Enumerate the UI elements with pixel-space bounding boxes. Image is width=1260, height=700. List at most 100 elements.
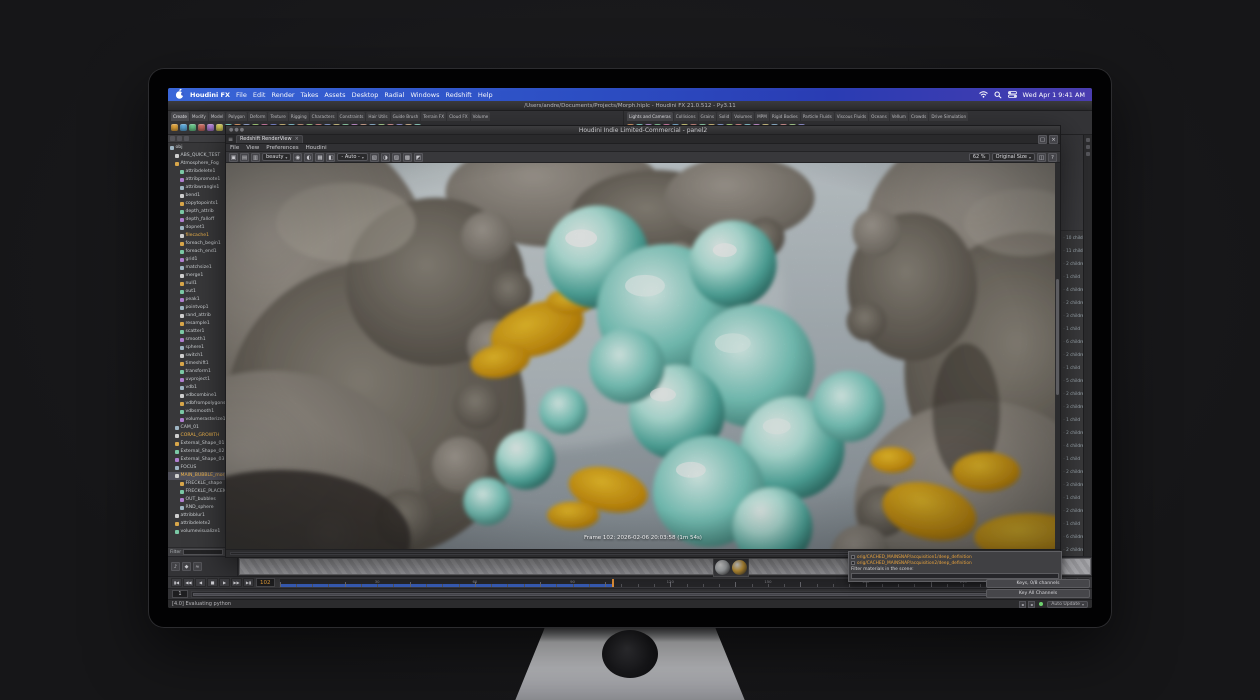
- keyframe-lane-icon[interactable]: ◆: [182, 562, 191, 571]
- redshift-renderview-window[interactable]: ●●● Houdini Indie Limited-Commercial - p…: [225, 125, 1061, 558]
- tree-row[interactable]: matchsize1: [168, 264, 225, 272]
- tree-row[interactable]: FRECKLE_PLACEMENT: [168, 488, 225, 496]
- tree-row[interactable]: External_Shape_02: [168, 448, 225, 456]
- tree-row[interactable]: foreach_end1: [168, 248, 225, 256]
- tree-row[interactable]: out1: [168, 288, 225, 296]
- menu-takes[interactable]: Takes: [301, 91, 319, 99]
- shelf-tab-texture[interactable]: Texture: [268, 112, 287, 121]
- shelf-tab-polygon[interactable]: Polygon: [226, 112, 246, 121]
- tree-row[interactable]: CAM_01: [168, 424, 225, 432]
- tree-row[interactable]: depth_attrib: [168, 208, 225, 216]
- menu-render[interactable]: Render: [271, 91, 294, 99]
- shelf-tab-rigging[interactable]: Rigging: [289, 112, 309, 121]
- shelf-tool-icon[interactable]: [180, 124, 187, 131]
- shelf-tab-grains[interactable]: Grains: [699, 112, 717, 121]
- menu-help[interactable]: Help: [478, 91, 493, 99]
- shelf-tab-hair-utils[interactable]: Hair Utils: [366, 112, 389, 121]
- renderview-menu-view[interactable]: View: [246, 145, 259, 151]
- right-stowbar[interactable]: [1083, 135, 1092, 556]
- grid-overlay-icon[interactable]: ▧: [370, 153, 379, 162]
- tree-row[interactable]: attribdelete1: [168, 168, 225, 176]
- shelf-tab-cloud-fx[interactable]: Cloud FX: [447, 112, 470, 121]
- aov-select[interactable]: beauty ▾: [262, 153, 291, 161]
- renderview-menu-file[interactable]: File: [230, 145, 239, 151]
- tree-row[interactable]: RND_sphere: [168, 504, 225, 512]
- tree-row[interactable]: attribpromote1: [168, 176, 225, 184]
- active-app-name[interactable]: Houdini FX: [190, 91, 230, 99]
- tree-row[interactable]: null1: [168, 280, 225, 288]
- shelf-tab-oceans[interactable]: Oceans: [869, 112, 889, 121]
- tree-row[interactable]: vdbfrompolygons1: [168, 400, 225, 408]
- tree-row[interactable]: OUT_bubbles: [168, 496, 225, 504]
- renderview-menu-houdini[interactable]: Houdini: [306, 145, 327, 151]
- checkbox-icon[interactable]: [851, 555, 855, 559]
- shelf-tab-volumes[interactable]: Volumes: [732, 112, 754, 121]
- save-image-icon[interactable]: ▤: [240, 153, 249, 162]
- play-button[interactable]: ▶: [219, 578, 230, 587]
- zoom-mode-select[interactable]: Original Size ▾: [992, 153, 1035, 161]
- stop-button[interactable]: ■: [207, 578, 218, 587]
- shelf-tool-icon[interactable]: [189, 124, 196, 131]
- shelf-tab-model[interactable]: Model: [209, 112, 226, 121]
- close-pane-icon[interactable]: ×: [1049, 135, 1058, 144]
- tree-row[interactable]: attribwrangle1: [168, 184, 225, 192]
- menu-desktop[interactable]: Desktop: [352, 91, 379, 99]
- cache-entry[interactable]: orig/CACHED_MAINSNAP/acquisition2/deep_d…: [851, 560, 1059, 566]
- shelf-tab-deform[interactable]: Deform: [248, 112, 268, 121]
- tree-row[interactable]: Atmosphere_Fog: [168, 160, 225, 168]
- lut-icon[interactable]: ▨: [392, 153, 401, 162]
- key-button-keys-0-8-channels[interactable]: Keys, 0/8 channels: [986, 579, 1090, 588]
- control-center-icon[interactable]: [1008, 91, 1017, 98]
- shelf-tool-icon[interactable]: [207, 124, 214, 131]
- menu-edit[interactable]: Edit: [253, 91, 266, 99]
- material-swatch[interactable]: [732, 560, 747, 575]
- expand-all-icon[interactable]: [170, 136, 175, 141]
- tree-row[interactable]: transform1: [168, 368, 225, 376]
- start-render-icon[interactable]: ◉: [293, 153, 302, 162]
- tree-row[interactable]: MAIN_BUBBLE_morph: [168, 472, 225, 480]
- tree-row[interactable]: attribdelete2: [168, 520, 225, 528]
- tree-row[interactable]: attribblur1: [168, 512, 225, 520]
- key-button-key-all-channels[interactable]: Key All Channels: [986, 589, 1090, 598]
- tree-view-mode-icon[interactable]: [184, 136, 189, 141]
- houdini-title-bar[interactable]: /Users/andre/Documents/Projects/Morph.hi…: [168, 101, 1092, 111]
- tree-row[interactable]: dopnet1: [168, 224, 225, 232]
- jump-to-start-button[interactable]: ▮◀: [171, 578, 182, 587]
- tree-row[interactable]: smooth1: [168, 336, 225, 344]
- tree-row[interactable]: pointvop1: [168, 304, 225, 312]
- tree-filter-input[interactable]: [183, 549, 223, 555]
- tree-row[interactable]: FOCUS: [168, 464, 225, 472]
- range-slider[interactable]: [191, 591, 1048, 598]
- shelf-tab-vellum[interactable]: Vellum: [890, 112, 908, 121]
- tree-row[interactable]: vdbcombine1: [168, 392, 225, 400]
- tree-row[interactable]: CORAL_GROWTH: [168, 432, 225, 440]
- renderview-title-bar[interactable]: ●●● Houdini Indie Limited-Commercial - p…: [226, 126, 1060, 135]
- search-icon[interactable]: [994, 91, 1002, 99]
- folder-icon[interactable]: ▥: [251, 153, 260, 162]
- memory-indicator-icon[interactable]: ▪: [1028, 601, 1035, 608]
- shelf-tab-terrain-fx[interactable]: Terrain FX: [421, 112, 446, 121]
- shelf-tab-drive-simulation[interactable]: Drive Simulation: [929, 112, 968, 121]
- compare-snapshot-icon[interactable]: ◫: [1037, 153, 1046, 162]
- audio-lane-icon[interactable]: ♪: [171, 562, 180, 571]
- tree-row[interactable]: merge1: [168, 272, 225, 280]
- tree-row[interactable]: uvproject1: [168, 376, 225, 384]
- tree-row[interactable]: FRECKLE_shape: [168, 480, 225, 488]
- tree-row[interactable]: volumerasterize1: [168, 416, 225, 424]
- current-frame-marker[interactable]: [612, 579, 614, 587]
- lock-camera-icon[interactable]: ◧: [326, 153, 335, 162]
- shelf-tab-solid[interactable]: Solid: [717, 112, 731, 121]
- auto-update-select[interactable]: Auto Update ▾: [1047, 601, 1088, 608]
- help-icon[interactable]: ?: [1048, 153, 1057, 162]
- shelf-tool-icon[interactable]: [171, 124, 178, 131]
- alpha-toggle-icon[interactable]: ◩: [414, 153, 423, 162]
- shelf-tab-mpm[interactable]: MPM: [755, 112, 769, 121]
- shelf-tab-characters[interactable]: Characters: [310, 112, 337, 121]
- zoom-level-field[interactable]: 62 %: [969, 153, 990, 161]
- menu-assets[interactable]: Assets: [324, 91, 345, 99]
- shelf-tool-icon[interactable]: [198, 124, 205, 131]
- range-start-field[interactable]: 1: [172, 590, 188, 598]
- step-back-button[interactable]: ◀: [195, 578, 206, 587]
- tree-row[interactable]: timeshift1: [168, 360, 225, 368]
- menu-file[interactable]: File: [236, 91, 247, 99]
